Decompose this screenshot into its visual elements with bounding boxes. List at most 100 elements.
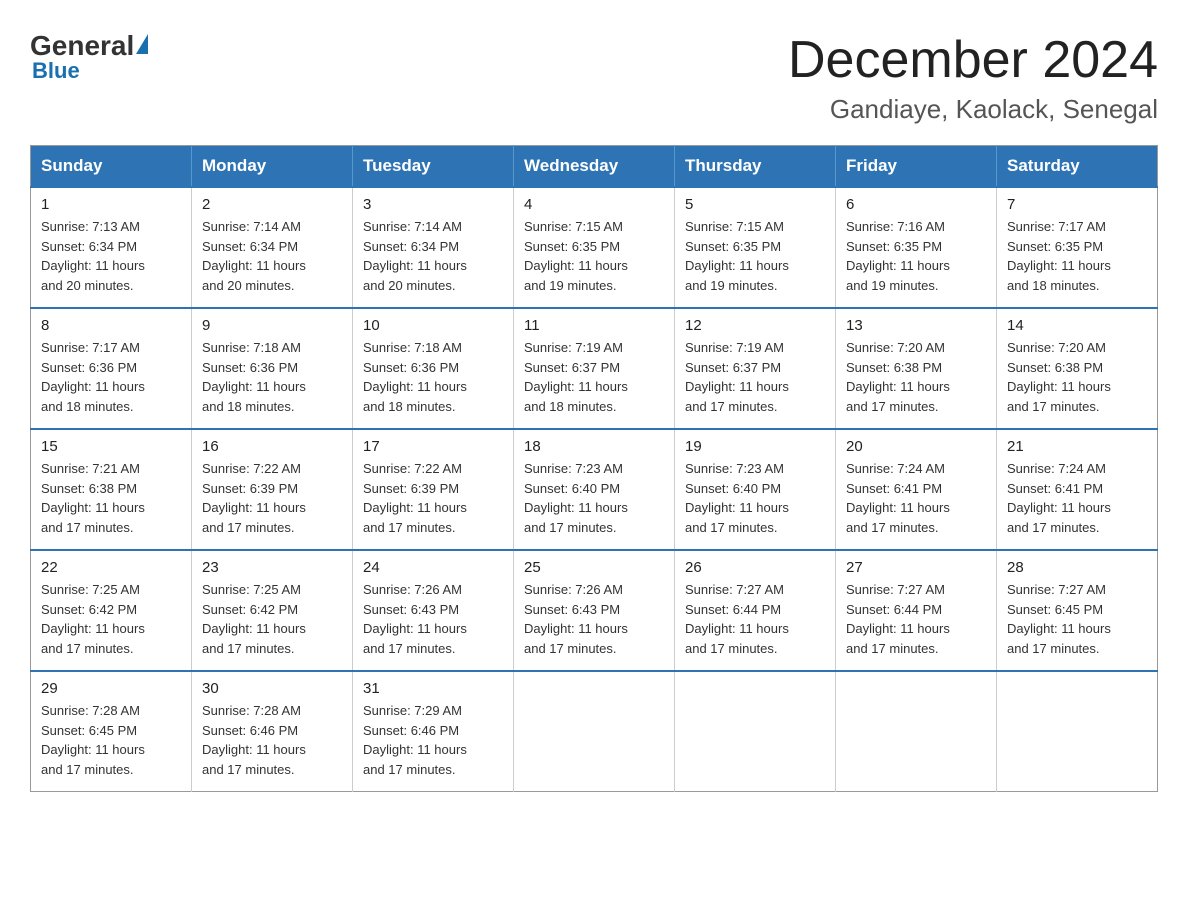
day-number: 13 [846, 317, 986, 334]
day-number: 10 [363, 317, 503, 334]
day-number: 29 [41, 680, 181, 697]
day-cell-6: 6 Sunrise: 7:16 AMSunset: 6:35 PMDaylight… [836, 187, 997, 308]
day-info: Sunrise: 7:24 AMSunset: 6:41 PMDaylight:… [846, 459, 986, 537]
day-cell-5: 5Sunrise: 7:15 AMSunset: 6:35 PMDaylight… [675, 187, 836, 308]
day-number: 18 [524, 438, 664, 455]
week-row-5: 29 Sunrise: 7:28 AMSunset: 6:45 PMDayligh… [31, 671, 1158, 792]
day-number: 2 [202, 196, 342, 213]
day-info: Sunrise: 7:17 AMSunset: 6:35 PMDaylight:… [1007, 217, 1147, 295]
day-cell-22: 22 Sunrise: 7:25 AMSunset: 6:42 PMDayligh… [31, 550, 192, 671]
day-info: Sunrise: 7:18 AMSunset: 6:36 PMDaylight:… [202, 338, 342, 416]
calendar-header-row: SundayMondayTuesdayWednesdayThursdayFrid… [31, 146, 1158, 188]
day-info: Sunrise: 7:28 AMSunset: 6:45 PMDaylight:… [41, 701, 181, 779]
col-header-thursday: Thursday [675, 146, 836, 188]
day-info: Sunrise: 7:16 AMSunset: 6:35 PMDaylight:… [846, 217, 986, 295]
week-row-1: 1Sunrise: 7:13 AMSunset: 6:34 PMDaylight… [31, 187, 1158, 308]
day-info: Sunrise: 7:19 AMSunset: 6:37 PMDaylight:… [685, 338, 825, 416]
week-row-3: 15Sunrise: 7:21 AMSunset: 6:38 PMDayligh… [31, 429, 1158, 550]
col-header-tuesday: Tuesday [353, 146, 514, 188]
day-number: 17 [363, 438, 503, 455]
day-cell-empty-3 [514, 671, 675, 792]
day-cell-empty-6 [997, 671, 1158, 792]
day-cell-25: 25Sunrise: 7:26 AMSunset: 6:43 PMDayligh… [514, 550, 675, 671]
day-cell-15: 15Sunrise: 7:21 AMSunset: 6:38 PMDayligh… [31, 429, 192, 550]
day-info: Sunrise: 7:27 AMSunset: 6:45 PMDaylight:… [1007, 580, 1147, 658]
day-number: 20 [846, 438, 986, 455]
col-header-friday: Friday [836, 146, 997, 188]
day-cell-19: 19 Sunrise: 7:23 AMSunset: 6:40 PMDayligh… [675, 429, 836, 550]
day-info: Sunrise: 7:20 AMSunset: 6:38 PMDaylight:… [846, 338, 986, 416]
day-number: 8 [41, 317, 181, 334]
day-info: Sunrise: 7:22 AMSunset: 6:39 PMDaylight:… [202, 459, 342, 537]
day-number: 16 [202, 438, 342, 455]
day-info: Sunrise: 7:14 AMSunset: 6:34 PMDaylight:… [202, 217, 342, 295]
day-info: Sunrise: 7:27 AMSunset: 6:44 PMDaylight:… [685, 580, 825, 658]
day-number: 28 [1007, 559, 1147, 576]
day-cell-11: 11 Sunrise: 7:19 AMSunset: 6:37 PMDayligh… [514, 308, 675, 429]
week-row-4: 22 Sunrise: 7:25 AMSunset: 6:42 PMDayligh… [31, 550, 1158, 671]
week-row-2: 8 Sunrise: 7:17 AMSunset: 6:36 PMDaylight… [31, 308, 1158, 429]
day-number: 9 [202, 317, 342, 334]
day-cell-26: 26 Sunrise: 7:27 AMSunset: 6:44 PMDayligh… [675, 550, 836, 671]
day-info: Sunrise: 7:29 AMSunset: 6:46 PMDaylight:… [363, 701, 503, 779]
day-number: 22 [41, 559, 181, 576]
col-header-monday: Monday [192, 146, 353, 188]
location-title: Gandiaye, Kaolack, Senegal [788, 94, 1158, 125]
day-info: Sunrise: 7:13 AMSunset: 6:34 PMDaylight:… [41, 217, 181, 295]
day-info: Sunrise: 7:23 AMSunset: 6:40 PMDaylight:… [524, 459, 664, 537]
day-cell-empty-4 [675, 671, 836, 792]
calendar-table: SundayMondayTuesdayWednesdayThursdayFrid… [30, 145, 1158, 792]
day-cell-7: 7 Sunrise: 7:17 AMSunset: 6:35 PMDaylight… [997, 187, 1158, 308]
day-number: 30 [202, 680, 342, 697]
day-cell-3: 3 Sunrise: 7:14 AMSunset: 6:34 PMDaylight… [353, 187, 514, 308]
day-cell-30: 30Sunrise: 7:28 AMSunset: 6:46 PMDayligh… [192, 671, 353, 792]
day-number: 31 [363, 680, 503, 697]
day-cell-23: 23Sunrise: 7:25 AMSunset: 6:42 PMDayligh… [192, 550, 353, 671]
col-header-sunday: Sunday [31, 146, 192, 188]
day-cell-9: 9 Sunrise: 7:18 AMSunset: 6:36 PMDaylight… [192, 308, 353, 429]
day-number: 14 [1007, 317, 1147, 334]
day-info: Sunrise: 7:23 AMSunset: 6:40 PMDaylight:… [685, 459, 825, 537]
day-number: 4 [524, 196, 664, 213]
day-info: Sunrise: 7:17 AMSunset: 6:36 PMDaylight:… [41, 338, 181, 416]
day-number: 19 [685, 438, 825, 455]
month-title: December 2024 [788, 30, 1158, 90]
day-number: 5 [685, 196, 825, 213]
col-header-wednesday: Wednesday [514, 146, 675, 188]
day-number: 21 [1007, 438, 1147, 455]
day-number: 3 [363, 196, 503, 213]
day-info: Sunrise: 7:22 AMSunset: 6:39 PMDaylight:… [363, 459, 503, 537]
day-cell-1: 1Sunrise: 7:13 AMSunset: 6:34 PMDaylight… [31, 187, 192, 308]
day-cell-17: 17 Sunrise: 7:22 AMSunset: 6:39 PMDayligh… [353, 429, 514, 550]
logo: General Blue [30, 30, 148, 84]
day-cell-12: 12Sunrise: 7:19 AMSunset: 6:37 PMDayligh… [675, 308, 836, 429]
day-cell-21: 21Sunrise: 7:24 AMSunset: 6:41 PMDayligh… [997, 429, 1158, 550]
day-number: 6 [846, 196, 986, 213]
logo-blue-text: Blue [32, 58, 148, 84]
day-cell-10: 10 Sunrise: 7:18 AMSunset: 6:36 PMDayligh… [353, 308, 514, 429]
day-cell-8: 8 Sunrise: 7:17 AMSunset: 6:36 PMDaylight… [31, 308, 192, 429]
day-cell-2: 2 Sunrise: 7:14 AMSunset: 6:34 PMDaylight… [192, 187, 353, 308]
logo-triangle-icon [136, 34, 148, 54]
day-cell-18: 18 Sunrise: 7:23 AMSunset: 6:40 PMDayligh… [514, 429, 675, 550]
col-header-saturday: Saturday [997, 146, 1158, 188]
day-number: 27 [846, 559, 986, 576]
day-info: Sunrise: 7:26 AMSunset: 6:43 PMDaylight:… [524, 580, 664, 658]
day-cell-empty-5 [836, 671, 997, 792]
day-info: Sunrise: 7:18 AMSunset: 6:36 PMDaylight:… [363, 338, 503, 416]
title-section: December 2024 Gandiaye, Kaolack, Senegal [788, 30, 1158, 125]
day-number: 11 [524, 317, 664, 334]
day-info: Sunrise: 7:25 AMSunset: 6:42 PMDaylight:… [202, 580, 342, 658]
day-number: 26 [685, 559, 825, 576]
day-info: Sunrise: 7:14 AMSunset: 6:34 PMDaylight:… [363, 217, 503, 295]
day-number: 7 [1007, 196, 1147, 213]
day-cell-14: 14Sunrise: 7:20 AMSunset: 6:38 PMDayligh… [997, 308, 1158, 429]
day-cell-24: 24Sunrise: 7:26 AMSunset: 6:43 PMDayligh… [353, 550, 514, 671]
day-info: Sunrise: 7:19 AMSunset: 6:37 PMDaylight:… [524, 338, 664, 416]
day-info: Sunrise: 7:27 AMSunset: 6:44 PMDaylight:… [846, 580, 986, 658]
day-cell-29: 29 Sunrise: 7:28 AMSunset: 6:45 PMDayligh… [31, 671, 192, 792]
day-cell-4: 4Sunrise: 7:15 AMSunset: 6:35 PMDaylight… [514, 187, 675, 308]
day-info: Sunrise: 7:21 AMSunset: 6:38 PMDaylight:… [41, 459, 181, 537]
day-info: Sunrise: 7:26 AMSunset: 6:43 PMDaylight:… [363, 580, 503, 658]
day-info: Sunrise: 7:25 AMSunset: 6:42 PMDaylight:… [41, 580, 181, 658]
